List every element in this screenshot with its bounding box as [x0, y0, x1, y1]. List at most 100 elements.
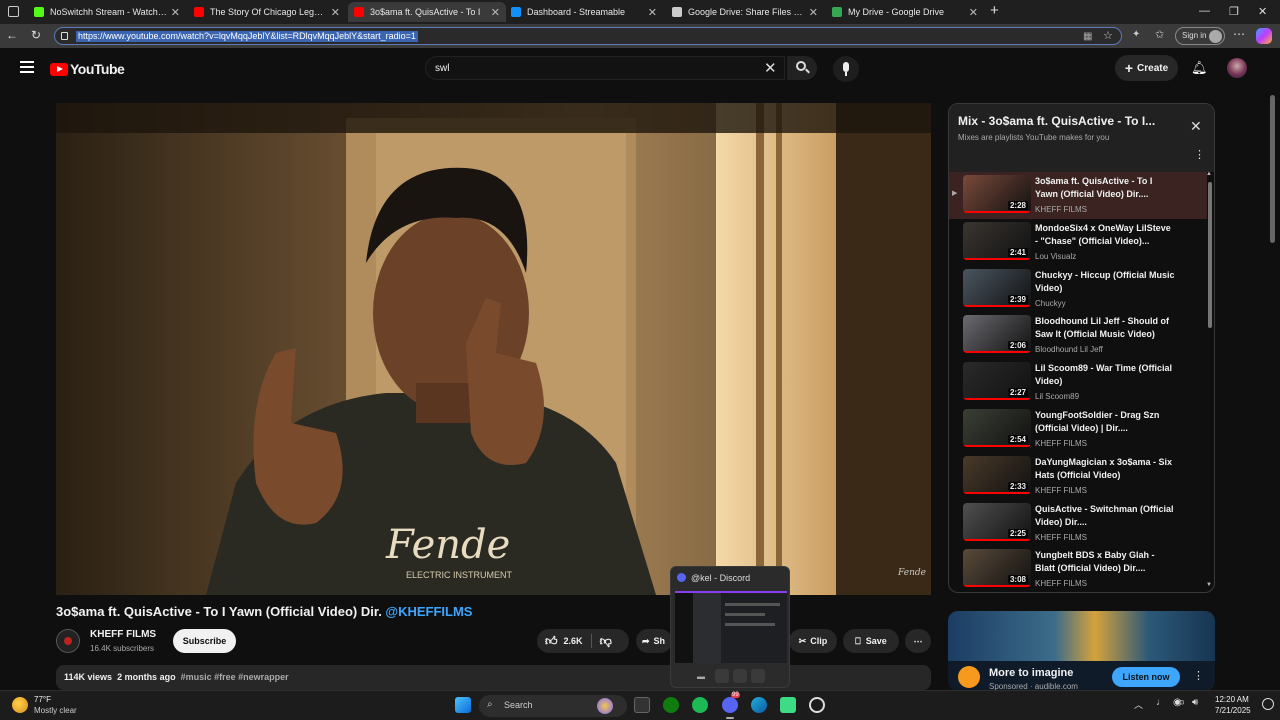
playlist-item[interactable]: 2:39 Chuckyy - Hiccup (Official Music Vid… — [949, 266, 1207, 313]
close-tab-icon[interactable]: ✕ — [331, 6, 340, 19]
notifications-bell-icon[interactable]: 🔔︎ — [1191, 60, 1208, 76]
playlist-menu-icon[interactable]: ⋮ — [1194, 148, 1205, 161]
playlist-thumbnail[interactable]: 2:41 — [963, 221, 1031, 260]
taskbar-search-box[interactable]: ⌕ Search — [479, 695, 627, 717]
playlist-item[interactable]: 2:54 YoungFootSoldier - Drag Szn (Officia… — [949, 406, 1207, 453]
address-bar[interactable]: https://www.youtube.com/watch?v=lqvMqqJe… — [54, 27, 1122, 45]
channel-name[interactable]: KHEFF FILMS — [90, 629, 156, 640]
browser-tab[interactable]: Google Drive: Share Files Online w✕ — [666, 2, 824, 22]
playlist-thumbnail[interactable]: 2:28 — [963, 175, 1031, 213]
playlist-item-title[interactable]: MondoeSix4 x OneWay LilSteve - "Chase" (… — [1035, 222, 1175, 248]
weather-temperature[interactable]: 77°F — [34, 695, 51, 704]
edge-app-icon[interactable] — [751, 697, 767, 713]
playlist-thumbnail[interactable]: 3:08 — [963, 549, 1031, 588]
maximize-button[interactable]: ❐ — [1229, 5, 1239, 18]
playlist-title[interactable]: Mix - 3o$ama ft. QuisActive - To I... — [958, 114, 1155, 128]
close-tab-icon[interactable]: ✕ — [648, 6, 657, 19]
weather-icon[interactable] — [12, 697, 28, 713]
clock-time[interactable]: 12:20 AM — [1215, 695, 1249, 704]
create-button[interactable]: + Create — [1115, 55, 1178, 81]
channel-avatar[interactable] — [56, 629, 80, 653]
voice-search-button[interactable] — [833, 56, 859, 82]
browser-tab[interactable]: NoSwitchh Stream - Watch Live o✕ — [28, 2, 186, 22]
playlist-thumbnail[interactable]: 2:25 — [963, 502, 1031, 541]
favorite-star-icon[interactable]: ☆ — [1103, 29, 1113, 42]
url-text[interactable]: https://www.youtube.com/watch?v=lqvMqqJe… — [76, 31, 418, 42]
like-count[interactable]: 2.6K — [564, 636, 583, 646]
copilot-icon[interactable] — [1256, 28, 1272, 44]
subscribe-button[interactable]: Subscribe — [173, 629, 236, 653]
close-window-button[interactable]: ✕ — [1258, 5, 1267, 18]
clock-date[interactable]: 7/21/2025 — [1215, 706, 1251, 715]
discord-disconnect-icon[interactable] — [751, 669, 765, 683]
scroll-down-icon[interactable]: ▼ — [1206, 582, 1212, 588]
channel-mention-link[interactable]: @KHEFFILMS — [385, 604, 472, 619]
discord-deafen-icon[interactable] — [733, 669, 747, 683]
video-player[interactable]: Fende ELECTRIC INSTRUMENT Fende — [56, 103, 931, 595]
thumbs-up-icon[interactable]: 👍︎ — [545, 634, 558, 649]
back-icon[interactable]: ← — [6, 28, 18, 42]
playlist-thumbnail[interactable]: 2:54 — [963, 409, 1031, 447]
listen-now-button[interactable]: Listen now — [1112, 667, 1180, 687]
microphone-tray-icon[interactable]: ♩ — [1156, 697, 1166, 708]
close-playlist-icon[interactable]: ✕ — [1190, 118, 1202, 135]
ad-menu-icon[interactable]: ⋮ — [1193, 669, 1204, 682]
refresh-icon[interactable]: ↻ — [31, 28, 41, 42]
playlist-item-title[interactable]: DaYungMagician x 3o$ama - Six Hats (Offi… — [1035, 456, 1175, 482]
android-studio-app-icon[interactable] — [780, 697, 796, 713]
network-icon[interactable]: ▭ — [1175, 697, 1184, 708]
discord-taskbar-preview[interactable]: @kel - Discord ▬ — [670, 566, 790, 688]
more-options-icon[interactable]: ⋯ — [1233, 27, 1245, 41]
ad-card[interactable]: More to imagine Sponsored · audible.com … — [948, 611, 1215, 691]
volume-icon[interactable]: 🔊︎ — [1192, 697, 1198, 708]
hidden-icons-chevron[interactable]: ︿ — [1134, 698, 1143, 711]
new-tab-button[interactable]: + — [990, 2, 999, 19]
playlist-item[interactable]: 3:08 Yungbelt BDS x Baby Glah - Blatt (Of… — [949, 546, 1207, 592]
hashtags[interactable]: #music #free #newrapper — [181, 672, 289, 682]
spotify-app-icon[interactable] — [692, 697, 708, 713]
playlist-item-title[interactable]: 3o$ama ft. QuisActive - To I Yawn (Offic… — [1035, 175, 1175, 201]
close-tab-icon[interactable]: ✕ — [171, 6, 180, 19]
playlist-item-title[interactable]: Bloodhound Lil Jeff - Should of Saw It (… — [1035, 315, 1175, 341]
extensions-icon[interactable]: ✦ — [1132, 29, 1140, 40]
hamburger-menu-icon[interactable] — [20, 61, 34, 73]
playlist-thumbnail[interactable]: 2:27 — [963, 362, 1031, 401]
browser-tab[interactable]: Dashboard - Streamable ✕ — [505, 2, 663, 22]
thumbs-down-icon[interactable]: 👎︎ — [600, 634, 612, 649]
notification-center-icon[interactable] — [1262, 698, 1274, 710]
tab-actions-icon[interactable] — [8, 6, 19, 17]
playlist-scrollbar[interactable] — [1208, 182, 1212, 328]
browser-tab[interactable]: My Drive - Google Drive ✕ — [826, 2, 984, 22]
description-box[interactable]: 114K views 2 months ago #music #free #ne… — [56, 665, 931, 690]
playlist-item[interactable]: 2:27 Lil Scoom89 - War Time (Official Vid… — [949, 359, 1207, 406]
search-button[interactable] — [787, 56, 817, 80]
minimize-button[interactable]: — — [1199, 5, 1210, 17]
clear-search-icon[interactable]: ✕ — [764, 59, 777, 77]
playlist-thumbnail[interactable]: 2:06 — [963, 315, 1031, 354]
scroll-up-icon[interactable]: ▲ — [1206, 171, 1212, 177]
account-avatar[interactable] — [1227, 58, 1247, 78]
discord-camera-icon[interactable]: ▬ — [697, 672, 705, 681]
playlist-item-title[interactable]: Yungbelt BDS x Baby Glah - Blatt (Offici… — [1035, 549, 1175, 575]
playlist-item-title[interactable]: Lil Scoom89 - War Time (Official Video) — [1035, 362, 1175, 388]
browser-tab[interactable]: 3o$ama ft. QuisActive - To I ✕ — [348, 2, 506, 22]
playlist-thumbnail[interactable]: 2:33 — [963, 455, 1031, 494]
xbox-app-icon[interactable] — [663, 697, 679, 713]
search-box[interactable]: swl ✕ — [425, 56, 785, 80]
windows-start-icon[interactable] — [455, 697, 471, 713]
weather-condition[interactable]: Mostly clear — [34, 706, 77, 715]
playlist-item[interactable]: 2:25 QuisActive - Switchman (Official Vid… — [949, 500, 1207, 547]
settings-app-icon[interactable] — [809, 697, 825, 713]
youtube-logo[interactable]: YouTube — [50, 61, 125, 77]
playlist-item[interactable]: ▶ 2:28 3o$ama ft. QuisActive - To I Yawn (… — [949, 172, 1207, 219]
playlist-item-title[interactable]: Chuckyy - Hiccup (Official Music Video) — [1035, 269, 1175, 295]
playlist-item-title[interactable]: YoungFootSoldier - Drag Szn (Official Vi… — [1035, 409, 1175, 435]
page-scrollbar[interactable] — [1270, 95, 1275, 243]
playlist-thumbnail[interactable]: 2:39 — [963, 268, 1031, 307]
discord-mute-icon[interactable] — [715, 669, 729, 683]
clip-button[interactable]: ✂ Clip — [789, 629, 837, 653]
share-button[interactable]: ➦ Sh — [636, 629, 672, 653]
close-tab-icon[interactable]: ✕ — [969, 6, 978, 19]
playlist-item[interactable]: 2:33 DaYungMagician x 3o$ama - Six Hats (… — [949, 453, 1207, 500]
widgets-app-icon[interactable] — [634, 697, 650, 713]
